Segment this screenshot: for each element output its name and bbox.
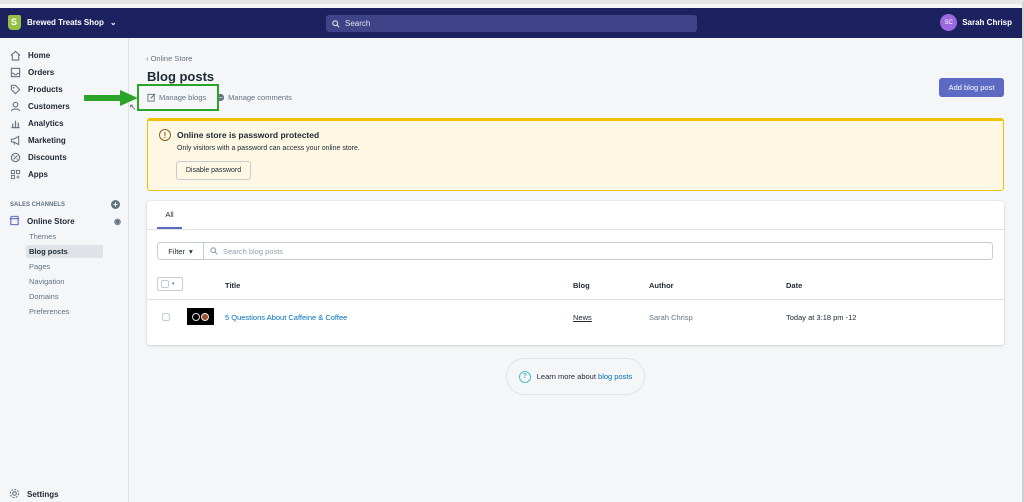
learn-more-text: Learn more about blog posts <box>537 372 633 381</box>
filter-button[interactable]: Filter ▾ <box>158 243 204 259</box>
sidebar-subitem-pages[interactable]: Pages <box>29 260 50 273</box>
caret-down-icon: ▾ <box>188 246 193 256</box>
cursor-icon: ↖ <box>129 102 137 112</box>
learn-more-label: Learn more about <box>536 372 596 381</box>
post-date: Today at 3:18 pm -12 <box>786 313 857 322</box>
sidebar-item-label: Orders <box>28 67 55 77</box>
disable-password-button[interactable]: Disable password <box>176 161 251 180</box>
coffee-cup-icon <box>201 312 209 321</box>
column-header-date[interactable]: Date <box>786 281 802 290</box>
filter-bar: Filter ▾ Search blog posts <box>157 242 993 260</box>
sidebar-item-analytics[interactable]: Analytics <box>9 116 64 130</box>
home-icon <box>9 49 21 61</box>
manage-comments-button[interactable]: Manage comments <box>216 93 292 102</box>
person-icon <box>9 100 21 112</box>
warning-icon: ! <box>159 129 171 141</box>
add-channel-icon[interactable]: + <box>111 200 120 209</box>
add-blog-post-button[interactable]: Add blog post <box>939 78 1004 97</box>
sidebar-item-label: Products <box>28 84 63 94</box>
header-divider <box>147 299 1004 300</box>
sidebar-subitem-domains[interactable]: Domains <box>29 290 59 303</box>
sidebar-item-home[interactable]: Home <box>9 48 50 62</box>
banner-text: Only visitors with a password can access… <box>177 145 360 152</box>
coffee-cup-icon <box>192 312 200 321</box>
sidebar-item-customers[interactable]: Customers <box>9 99 70 113</box>
chevron-down-icon: ⌄ <box>109 18 117 27</box>
checkbox-icon <box>161 280 169 288</box>
sidebar-item-apps[interactable]: Apps <box>9 167 48 181</box>
search-placeholder: Search blog posts <box>223 246 284 256</box>
filter-label: Filter <box>168 246 185 256</box>
sidebar-subitem-preferences[interactable]: Preferences <box>29 305 69 318</box>
post-title-link[interactable]: 5 Questions About Caffeine & Coffee <box>225 313 347 322</box>
search-icon <box>210 247 218 255</box>
sidebar-item-online-store[interactable]: Online Store ◉ <box>9 215 121 228</box>
sidebar-item-label: Marketing <box>28 135 66 145</box>
sidebar-item-orders[interactable]: Orders <box>9 65 54 79</box>
password-banner: ! Online store is password protected Onl… <box>147 118 1004 191</box>
user-name: Sarah Chrisp <box>962 18 1012 27</box>
row-checkbox[interactable] <box>162 313 170 321</box>
learn-more-callout: ? Learn more about blog posts <box>506 358 645 395</box>
tab-divider <box>147 229 1004 230</box>
sidebar-subitem-navigation[interactable]: Navigation <box>29 275 64 288</box>
help-icon: ? <box>518 370 531 383</box>
sales-channels-label: SALES CHANNELS <box>10 201 66 208</box>
sales-channels-heading: SALES CHANNELS + <box>10 200 120 209</box>
column-header-blog[interactable]: Blog <box>573 281 590 290</box>
sidebar-item-settings[interactable]: Settings <box>9 488 59 501</box>
sidebar-subitem-blog-posts[interactable]: Blog posts <box>26 245 103 258</box>
column-header-author[interactable]: Author <box>649 281 674 290</box>
post-author: Sarah Chrisp <box>649 313 693 322</box>
select-all-checkbox[interactable]: ▾ <box>157 277 183 291</box>
megaphone-icon <box>9 134 21 146</box>
eye-icon[interactable]: ◉ <box>114 217 121 226</box>
gear-icon <box>9 488 20 501</box>
post-blog-link[interactable]: News <box>573 313 592 322</box>
sidebar-subitem-themes[interactable]: Themes <box>29 230 56 243</box>
breadcrumb[interactable]: ‹ Online Store <box>146 54 192 63</box>
tag-icon <box>9 83 21 95</box>
user-menu[interactable]: SC Sarah Chrisp <box>940 14 1012 31</box>
blog-posts-card: All Filter ▾ Search blog posts ▾ Title B… <box>147 201 1004 345</box>
breadcrumb-label: Online Store <box>150 54 193 63</box>
learn-more-link[interactable]: blog posts <box>598 372 632 381</box>
top-bar: Brewed Treats Shop ⌄ Search SC Sarah Chr… <box>0 8 1022 38</box>
sidebar-item-label: Home <box>28 50 51 60</box>
manage-comments-label: Manage comments <box>228 93 292 102</box>
store-icon <box>9 215 20 228</box>
search-icon <box>332 19 340 28</box>
sidebar-item-label: Customers <box>28 101 70 111</box>
post-thumbnail <box>187 308 214 325</box>
shopify-logo-icon <box>8 15 21 30</box>
chart-icon <box>9 117 21 129</box>
avatar: SC <box>940 14 958 31</box>
caret-down-icon: ▾ <box>172 281 175 287</box>
sidebar-item-label: Apps <box>28 169 48 179</box>
global-search-input[interactable]: Search <box>326 15 697 32</box>
tab-all[interactable]: All <box>157 201 182 229</box>
sidebar-item-discounts[interactable]: Discounts <box>9 150 67 164</box>
sidebar: Home Orders Products Customers Analytics… <box>0 38 129 502</box>
store-name: Brewed Treats Shop <box>27 18 104 27</box>
online-store-label: Online Store <box>27 217 75 226</box>
search-placeholder: Search <box>345 19 371 28</box>
app-frame: Brewed Treats Shop ⌄ Search SC Sarah Chr… <box>0 0 1024 502</box>
discount-icon <box>9 151 21 163</box>
settings-label: Settings <box>27 490 59 499</box>
banner-title: Online store is password protected <box>177 130 320 140</box>
sidebar-item-marketing[interactable]: Marketing <box>9 133 66 147</box>
sidebar-item-label: Analytics <box>28 118 64 128</box>
sidebar-item-products[interactable]: Products <box>9 82 63 96</box>
column-header-title[interactable]: Title <box>225 281 240 290</box>
orders-icon <box>9 66 21 78</box>
sidebar-item-label: Discounts <box>28 152 67 162</box>
store-switcher[interactable]: Brewed Treats Shop ⌄ <box>8 15 117 30</box>
highlight-box <box>137 84 219 111</box>
apps-icon <box>9 168 21 180</box>
search-blog-posts-input[interactable]: Search blog posts <box>204 247 992 256</box>
page-title: Blog posts <box>147 69 215 84</box>
